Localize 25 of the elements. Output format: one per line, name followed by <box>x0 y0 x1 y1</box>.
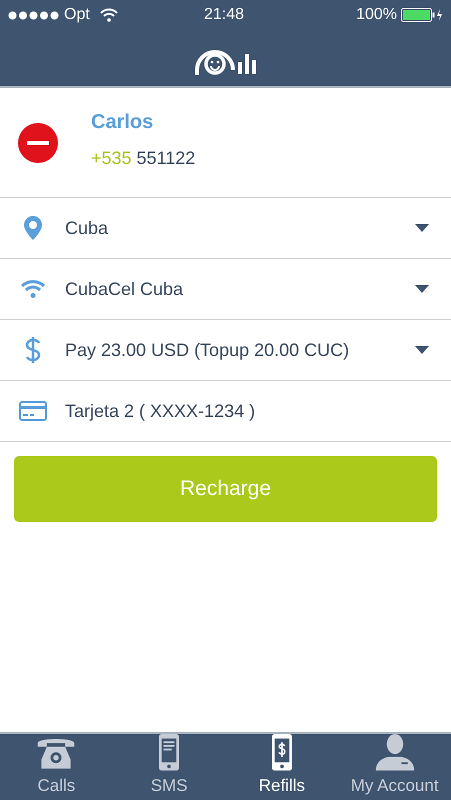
location-pin-icon <box>24 216 42 240</box>
dropdown-value[interactable]: Cuba <box>65 214 108 242</box>
tab[interactable]: Refills <box>226 734 338 800</box>
country-code: +535 <box>91 147 132 170</box>
dropdown-value[interactable]: CubaCel Cuba <box>65 276 184 302</box>
phone-number: 551122 <box>136 147 196 170</box>
dollar-icon <box>24 336 40 364</box>
remove-icon[interactable] <box>18 122 58 162</box>
battery-percent: 100% <box>356 5 397 25</box>
battery-icon <box>401 8 443 22</box>
caret-icon[interactable] <box>415 224 429 232</box>
credit-card-icon <box>18 401 46 421</box>
contact-name: Carlos <box>91 110 154 135</box>
wifi-icon <box>20 279 46 299</box>
clock-time: 21:48 <box>204 5 244 25</box>
caret-icon[interactable] <box>415 346 429 354</box>
tab[interactable]: Calls <box>0 734 113 800</box>
tab[interactable]: My Account <box>338 734 451 800</box>
field-value[interactable]: Tarjeta 2 ( XXXX-1234 ) <box>65 398 256 424</box>
tab[interactable]: SMS <box>112 734 226 800</box>
signal-icon <box>8 10 60 20</box>
wifi-icon <box>100 8 118 22</box>
caret-icon[interactable] <box>415 285 429 293</box>
dropdown-value[interactable]: Pay 23.00 USD (Topup 20.00 CUC) <box>65 336 350 364</box>
carrier-name: Opt <box>64 5 90 25</box>
